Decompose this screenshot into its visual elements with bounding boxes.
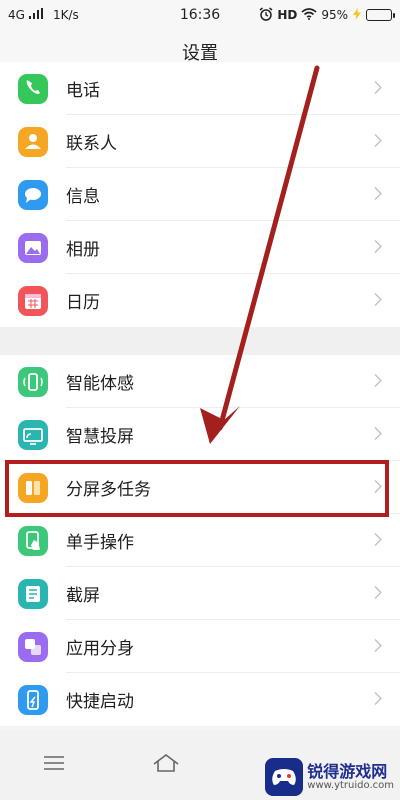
phone-icon	[18, 73, 48, 104]
settings-list: 电话 联系人 信息 相册 日历 智能体感 智慧投屏 分屏多任务 单手操作 截屏 应用分身 快捷启动	[0, 62, 400, 726]
home-icon[interactable]	[152, 753, 180, 777]
contacts-icon	[18, 126, 48, 157]
settings-group: 智能体感 智慧投屏 分屏多任务 单手操作 截屏 应用分身 快捷启动	[0, 355, 400, 726]
battery-percent: 95%	[321, 8, 348, 22]
one-hand-icon	[18, 525, 48, 556]
settings-row-label: 电话	[66, 81, 100, 101]
settings-row-label: 快捷启动	[66, 692, 134, 712]
chevron-right-icon	[374, 690, 383, 709]
chevron-right-icon	[374, 584, 383, 603]
settings-row[interactable]: 相册	[0, 221, 400, 274]
settings-row[interactable]: 信息	[0, 168, 400, 221]
settings-row-label: 截屏	[66, 586, 100, 606]
signal-icon	[28, 7, 43, 23]
screen-cast-icon	[18, 419, 48, 450]
motion-sensing-icon	[18, 366, 48, 397]
charging-icon	[352, 7, 362, 23]
quick-launch-icon	[18, 684, 48, 715]
settings-row[interactable]: 单手操作	[0, 514, 400, 567]
settings-row[interactable]: 快捷启动	[0, 673, 400, 726]
chevron-right-icon	[374, 291, 383, 310]
menu-icon[interactable]	[43, 755, 65, 775]
app-clone-icon	[18, 631, 48, 662]
settings-row-label: 相册	[66, 240, 100, 260]
watermark: 锐得游戏网 www.ytruido.com	[265, 758, 394, 796]
page-title-text: 设置	[182, 42, 218, 64]
settings-row-label: 信息	[66, 187, 100, 207]
settings-row[interactable]: 截屏	[0, 567, 400, 620]
messages-icon	[18, 179, 48, 210]
settings-row-label: 联系人	[66, 134, 117, 154]
network-type: 4G	[8, 8, 25, 22]
battery-icon	[366, 9, 395, 21]
chevron-right-icon	[374, 372, 383, 391]
settings-row[interactable]: 日历	[0, 274, 400, 327]
network-speed: 1K/s	[52, 8, 79, 22]
chevron-right-icon	[374, 425, 383, 444]
chevron-right-icon	[374, 637, 383, 656]
highlight-box	[5, 460, 389, 517]
chevron-right-icon	[374, 531, 383, 550]
hd-badge: HD	[277, 8, 298, 22]
chevron-right-icon	[374, 132, 383, 151]
alarm-icon	[259, 6, 273, 24]
watermark-title: 锐得游戏网	[307, 761, 388, 781]
settings-row[interactable]: 应用分身	[0, 620, 400, 673]
chevron-right-icon	[374, 79, 383, 98]
calendar-icon	[18, 285, 48, 316]
watermark-url: www.ytruido.com	[307, 780, 394, 792]
settings-row-label: 单手操作	[66, 533, 134, 553]
gamepad-logo-icon	[265, 758, 304, 796]
settings-row-label: 智慧投屏	[66, 427, 134, 447]
status-bar: 4G 1K/s 16:36 HD 95%	[0, 0, 400, 30]
settings-row-label: 应用分身	[66, 639, 134, 659]
settings-row[interactable]: 电话	[0, 62, 400, 115]
group-separator	[0, 327, 400, 355]
chevron-right-icon	[374, 185, 383, 204]
settings-row-label: 智能体感	[66, 374, 134, 394]
settings-row[interactable]: 联系人	[0, 115, 400, 168]
wifi-icon	[301, 7, 317, 23]
screenshot-icon	[18, 578, 48, 609]
settings-row-label: 日历	[66, 293, 100, 313]
chevron-right-icon	[374, 238, 383, 257]
settings-row[interactable]: 智能体感	[0, 355, 400, 408]
settings-group: 电话联系人信息相册日历	[0, 62, 400, 327]
settings-row[interactable]: 智慧投屏	[0, 408, 400, 461]
album-icon	[18, 232, 48, 263]
